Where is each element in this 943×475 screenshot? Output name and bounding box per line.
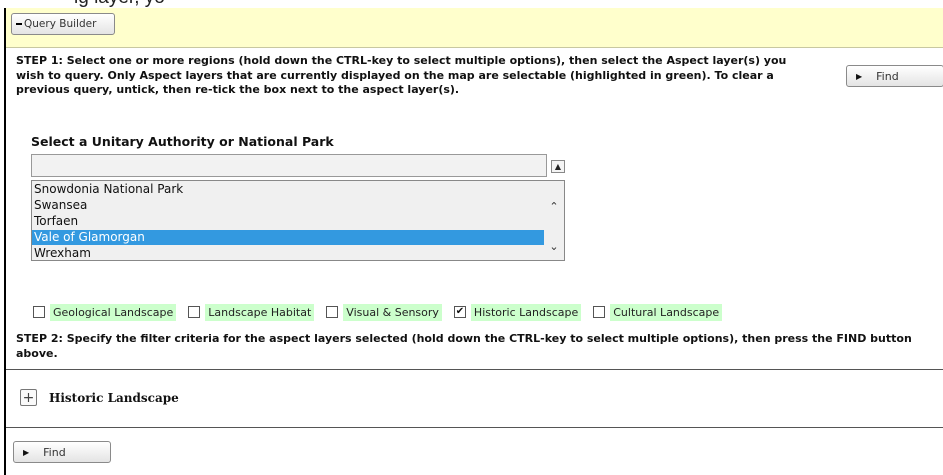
find-button-top[interactable]: ▶ Find bbox=[846, 65, 943, 87]
aspect-layer-cultural[interactable]: Cultural Landscape bbox=[593, 303, 723, 321]
expand-plus-icon[interactable]: + bbox=[20, 389, 37, 406]
find-button-bottom[interactable]: ▶ Find bbox=[13, 441, 111, 463]
list-item[interactable]: Torfaen bbox=[32, 214, 544, 229]
minus-icon bbox=[16, 23, 22, 25]
scroll-down-icon[interactable]: ⌄ bbox=[546, 239, 562, 253]
aspect-layer-historic[interactable]: ✔ Historic Landscape bbox=[453, 303, 582, 321]
checkbox-landscape-habitat[interactable] bbox=[188, 306, 201, 318]
scroll-up-icon[interactable]: ⌃ bbox=[546, 199, 562, 213]
play-icon: ▶ bbox=[856, 71, 863, 81]
region-select-label: Select a Unitary Authority or National P… bbox=[31, 134, 334, 149]
query-builder-label: Query Builder bbox=[24, 18, 97, 30]
region-listbox[interactable]: Snowdonia National Park Swansea Torfaen … bbox=[31, 180, 565, 261]
section-divider bbox=[6, 369, 943, 370]
aspect-layer-checkboxes: Geological Landscape Landscape Habitat V… bbox=[33, 302, 734, 322]
find-label: Find bbox=[43, 445, 66, 459]
checkbox-cultural-landscape[interactable] bbox=[593, 306, 606, 318]
query-builder-toggle-button[interactable]: Query Builder bbox=[11, 13, 115, 35]
background-text: ig layer, yo bbox=[74, 0, 165, 8]
aspect-layer-label[interactable]: Landscape Habitat bbox=[205, 303, 315, 321]
checkbox-historic-landscape[interactable]: ✔ bbox=[453, 306, 466, 318]
checkmark-icon: ✔ bbox=[455, 306, 465, 317]
checkbox-visual-sensory[interactable] bbox=[326, 306, 339, 318]
step1-instructions: STEP 1: Select one or more regions (hold… bbox=[16, 54, 787, 96]
chevron-up-icon[interactable]: ▲ bbox=[551, 160, 565, 173]
list-item[interactable]: Wrexham bbox=[32, 246, 544, 260]
checkbox-geological-landscape[interactable] bbox=[33, 306, 45, 318]
list-item[interactable]: Swansea bbox=[32, 198, 544, 213]
aspect-layer-label[interactable]: Visual & Sensory bbox=[343, 303, 442, 321]
play-icon: ▶ bbox=[23, 447, 30, 457]
background-map-text-strip: ig layer, yo bbox=[0, 0, 943, 8]
region-combo-input[interactable] bbox=[31, 154, 547, 177]
aspect-layer-label[interactable]: Geological Landscape bbox=[50, 303, 177, 321]
query-builder-header: Query Builder bbox=[6, 8, 943, 48]
aspect-layer-geological[interactable]: Geological Landscape bbox=[33, 303, 177, 321]
section-divider bbox=[6, 427, 943, 428]
query-builder-panel: Query Builder STEP 1: Select one or more… bbox=[4, 8, 943, 475]
step2-instructions: STEP 2: Specify the filter criteria for … bbox=[16, 332, 912, 360]
aspect-layer-label[interactable]: Cultural Landscape bbox=[610, 303, 723, 321]
list-item[interactable]: Snowdonia National Park bbox=[32, 182, 544, 197]
find-label: Find bbox=[876, 69, 899, 83]
filter-section-title[interactable]: Historic Landscape bbox=[49, 391, 179, 405]
list-item-selected[interactable]: Vale of Glamorgan bbox=[32, 230, 544, 245]
aspect-layer-habitat[interactable]: Landscape Habitat bbox=[188, 303, 315, 321]
aspect-layer-label[interactable]: Historic Landscape bbox=[470, 303, 582, 321]
aspect-layer-visual[interactable]: Visual & Sensory bbox=[326, 303, 442, 321]
